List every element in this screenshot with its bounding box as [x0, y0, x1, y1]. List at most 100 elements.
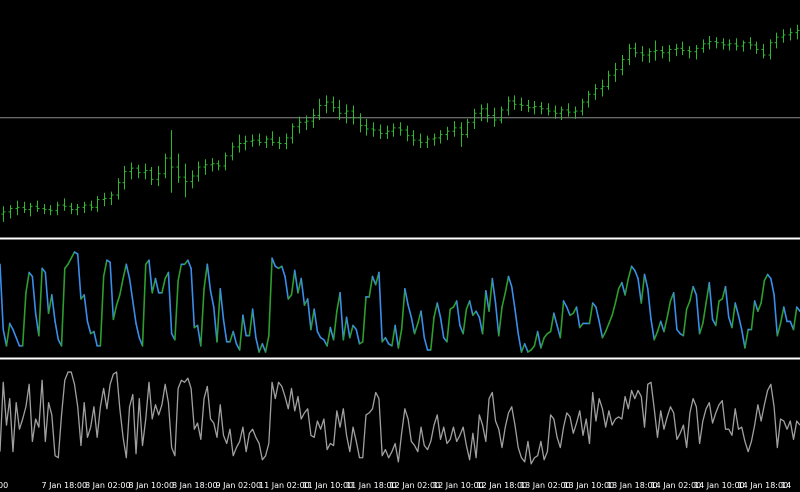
price-bar — [95, 196, 100, 212]
indicator-segment — [25, 271, 30, 294]
price-bar — [546, 103, 551, 116]
price-bar — [499, 106, 504, 124]
indicator-segment — [54, 320, 60, 341]
indicator-segment — [553, 312, 558, 327]
indicator-segment — [355, 328, 361, 345]
indicator-segment — [501, 292, 507, 308]
indicator-segment — [779, 306, 785, 325]
price-bar — [707, 36, 712, 50]
indicator-segment — [44, 271, 50, 315]
indicator-segment — [5, 322, 11, 347]
indicator-segment — [604, 322, 610, 333]
indicator-segment — [734, 302, 740, 317]
indicator-segment — [488, 277, 494, 313]
price-bar — [519, 97, 524, 112]
indicator-segment — [60, 267, 66, 347]
indicator-segment — [264, 334, 270, 353]
indicator-segment — [268, 257, 273, 337]
indicator-segment — [737, 314, 743, 331]
price-bar — [795, 24, 800, 40]
price-bar — [405, 125, 410, 142]
indicator-segment — [672, 292, 678, 331]
indicator-segment — [174, 279, 179, 341]
indicator-segment — [47, 294, 53, 315]
price-bar — [297, 116, 302, 134]
indicator-segment — [86, 320, 92, 335]
indicator-segment — [634, 269, 639, 280]
indicator2-line — [0, 371, 800, 465]
time-tick-label: 9 Jan 02:00 — [216, 481, 262, 490]
indicator-segment — [167, 271, 173, 335]
indicator-segment — [300, 277, 306, 306]
indicator-segment — [83, 294, 89, 323]
indicator-segment — [559, 300, 565, 339]
price-bar — [680, 41, 685, 56]
indicator-segment — [280, 265, 286, 278]
indicator-segment — [212, 306, 218, 343]
price-bar — [136, 164, 141, 179]
indicator-segment — [12, 328, 17, 339]
price-bar — [102, 192, 107, 207]
indicator-segment — [2, 328, 8, 347]
indicator-panel — [0, 251, 800, 353]
price-bar — [156, 165, 161, 187]
indicator-segment — [750, 300, 756, 331]
indicator-segment — [624, 277, 630, 296]
indicator-segment — [656, 320, 662, 333]
price-bar — [69, 202, 74, 215]
price-bar — [653, 40, 658, 61]
indicator-segment — [601, 330, 607, 339]
indicator-segment — [575, 306, 581, 329]
indicator-segment — [497, 306, 503, 337]
price-bar — [277, 136, 282, 150]
indicator-segment — [306, 298, 312, 331]
indicator-segment — [397, 328, 403, 349]
indicator-segment — [468, 300, 474, 317]
indicator-segment — [76, 253, 82, 300]
price-bar — [532, 100, 537, 115]
indicator-segment — [148, 259, 154, 294]
price-bar — [331, 96, 336, 113]
indicator-segment — [494, 302, 500, 337]
indicator-segment — [595, 306, 600, 323]
indicator-segment — [378, 271, 383, 343]
indicator-segment — [131, 300, 137, 325]
price-bar — [748, 37, 753, 50]
indicator-segment — [31, 275, 37, 315]
indicator2-panel — [0, 371, 800, 465]
indicator-segment — [93, 330, 98, 347]
indicator-segment — [38, 267, 43, 337]
price-bar — [472, 108, 477, 129]
price-bar — [109, 191, 114, 206]
price-bar — [15, 200, 20, 216]
price-bar — [465, 118, 470, 138]
indicator-segment — [565, 306, 571, 317]
indicator-segment — [310, 308, 315, 331]
price-bar — [593, 84, 598, 100]
price-bar — [364, 118, 369, 136]
indicator-segment — [455, 300, 461, 327]
price-bar — [512, 95, 517, 110]
indicator-segment — [724, 285, 730, 319]
indicator-segment — [51, 294, 56, 323]
indicator-segment — [682, 308, 688, 337]
indicator-segment — [248, 308, 254, 337]
indicator-segment — [510, 285, 516, 310]
indicator-segment — [190, 267, 196, 329]
indicator-segment — [410, 316, 416, 335]
price-bar — [371, 122, 376, 137]
price-bar — [620, 55, 625, 76]
indicator-segment — [348, 324, 354, 339]
price-bar — [337, 99, 342, 120]
indicator-segment — [462, 308, 468, 335]
price-bar — [358, 113, 363, 133]
indicator-segment — [753, 300, 759, 313]
price-bar — [613, 62, 618, 82]
price-bar — [633, 42, 638, 58]
indicator-segment — [549, 312, 555, 333]
indicator-segment — [650, 318, 656, 341]
price-bar — [1, 206, 6, 222]
price-bar — [35, 200, 40, 212]
price-bar — [116, 178, 121, 200]
chart-window: 00 7 Jan 18:00 8 Jan 02:00 8 Jan 10:00 8 Jan… — [0, 0, 800, 492]
